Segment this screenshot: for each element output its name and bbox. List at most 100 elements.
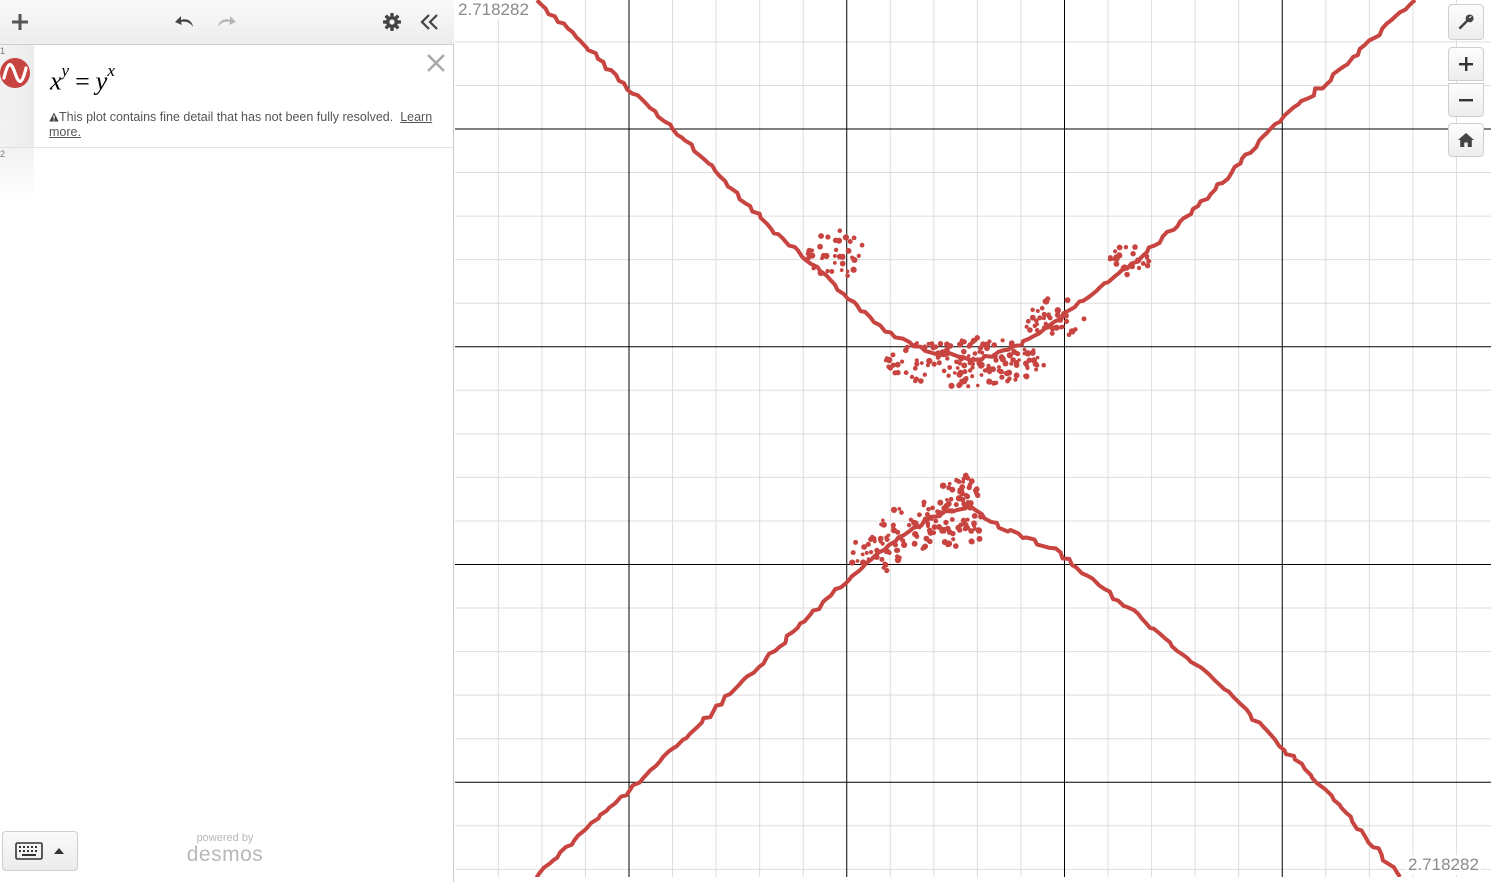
minor-gridlines [455, 0, 1491, 877]
curve-noise-point [969, 539, 975, 545]
delete-expression-button[interactable] [424, 51, 448, 75]
curve-noise-point [879, 556, 885, 562]
curve-noise-point [1123, 245, 1129, 250]
settings-button[interactable] [378, 8, 406, 36]
keypad-toggle-button[interactable] [2, 831, 78, 871]
curve-noise-point [946, 373, 951, 378]
curve-noise-point [884, 356, 890, 361]
curve-noise-point [948, 382, 955, 389]
curve-noise-point [968, 528, 975, 534]
curve-noise-point [917, 512, 922, 518]
major-gridlines [455, 0, 1491, 877]
curve-noise-point [851, 235, 857, 241]
curve-noise-point [1004, 370, 1010, 377]
curve-noise-point [950, 530, 956, 537]
curve-noise-point [1042, 298, 1048, 304]
curve-noise-point [930, 344, 937, 351]
curve-noise-point [884, 537, 890, 542]
curve-noise-point [933, 518, 939, 524]
curve-noise-point [883, 562, 889, 568]
math-exponent-left: y [61, 61, 70, 80]
curve-noise-point [912, 342, 918, 349]
double-chevron-left-icon [420, 14, 438, 30]
curve-noise-point [926, 539, 931, 543]
gear-icon [383, 13, 401, 31]
math-exponent-right: x [107, 61, 115, 80]
undo-button[interactable] [172, 8, 200, 36]
curve-noise-point [866, 557, 871, 561]
undo-icon [175, 16, 193, 27]
curve-noise-point [842, 234, 849, 241]
curve-noise-point [1053, 324, 1060, 331]
curve-noise-point [837, 228, 843, 233]
curve-noise-point [971, 523, 977, 528]
curve-noise-point [968, 478, 975, 484]
powered-by-desmos[interactable]: powered by desmos [183, 833, 267, 866]
add-expression-button[interactable] [6, 8, 34, 36]
curve-noise-point [1116, 244, 1123, 251]
expression-panel: 1 xy = yx This plot contains fine detail t… [0, 0, 454, 882]
curve-noise-point [943, 519, 949, 526]
curve-noise-point [926, 527, 933, 534]
curve-noise-point [978, 513, 984, 520]
curve-noise-point [1043, 321, 1048, 326]
curve-noise-point [1039, 305, 1045, 311]
curve-noise-point [1008, 342, 1013, 347]
curve-noise-point [931, 524, 938, 530]
expression-item-1[interactable]: 1 xy = yx This plot contains fine detail t… [0, 45, 453, 148]
curve-noise-point [948, 497, 954, 502]
close-icon [427, 54, 445, 72]
expression-item-2[interactable]: 2 [0, 148, 453, 199]
curve-noise-point [832, 254, 837, 258]
collapse-panel-button[interactable] [416, 8, 444, 36]
curve-noise-point [820, 256, 824, 261]
graph-canvas[interactable]: 2.718282 2.718282 [455, 0, 1491, 877]
curve-noise-point [939, 349, 946, 356]
curve-noise-point [999, 374, 1005, 380]
implicit-curve-xy-equals-yx [534, 0, 1417, 877]
curve-noise-point [961, 339, 967, 345]
curve-noise-point [1041, 362, 1046, 368]
curve-noise-point [869, 550, 874, 555]
curve-noise-point [895, 529, 901, 535]
curve-noise-point [986, 378, 992, 383]
curve-noise-point [1144, 263, 1151, 269]
curve-noise-point [911, 519, 918, 526]
graph-settings-button[interactable] [1448, 4, 1484, 40]
redo-button[interactable] [211, 8, 239, 36]
curve-noise-point [906, 522, 912, 528]
zoom-in-button[interactable] [1448, 47, 1484, 81]
curve-noise-point [977, 345, 984, 351]
curve-noise-point [947, 508, 953, 514]
curve-noise-point [825, 268, 830, 274]
curve-noise-point [964, 493, 971, 500]
curve-noise-point [881, 518, 885, 523]
curve-noise-point [847, 239, 853, 244]
curve-noise-point [962, 526, 968, 532]
curve-noise-point [976, 383, 980, 388]
expression-math[interactable]: xy = yx [50, 61, 115, 97]
graph-visibility-toggle[interactable] [0, 58, 30, 88]
curve-noise-point [806, 255, 811, 261]
curve-noise-point [924, 519, 929, 523]
curve-noise-point [956, 382, 962, 389]
curve-noise-point [979, 373, 984, 377]
zoom-out-button[interactable] [1448, 83, 1484, 117]
default-viewport-button[interactable] [1448, 123, 1484, 157]
curve-noise-point [1057, 317, 1064, 323]
curve-noise-point [1146, 258, 1152, 264]
curve-lower-branch [534, 503, 1402, 877]
curve-noise-point [817, 243, 823, 250]
curve-noise-point [878, 535, 884, 542]
curve-noise-point [961, 362, 968, 369]
curve-noise-point [1113, 261, 1120, 267]
curve-noise-point [938, 526, 944, 532]
curve-noise-point [1000, 338, 1005, 343]
curve-noise-point [874, 547, 880, 554]
curve-noise-point [864, 550, 869, 555]
curve-noise-point [895, 547, 901, 553]
keyboard-icon [15, 842, 43, 860]
curve-noise-point [1025, 318, 1031, 324]
curve-noise-point [922, 372, 927, 377]
graph-area[interactable] [455, 0, 1491, 877]
